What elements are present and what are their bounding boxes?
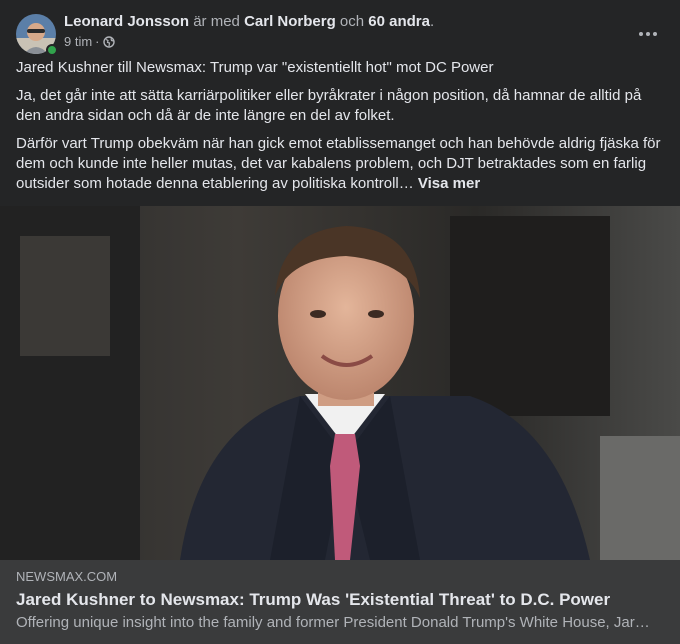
- link-description: Offering unique insight into the family …: [16, 614, 650, 631]
- photo-illustration: [0, 206, 680, 560]
- post-body: Jared Kushner till Newsmax: Trump var "e…: [16, 58, 664, 202]
- post-paragraph-1: Jared Kushner till Newsmax: Trump var "e…: [16, 59, 494, 76]
- link-preview-info[interactable]: NEWSMAX.COM Jared Kushner to Newsmax: Tr…: [0, 560, 680, 644]
- and-text: och: [339, 13, 365, 30]
- tagged-others-link[interactable]: 60 andra: [368, 13, 430, 30]
- post-card: Leonard Jonsson är med Carl Norberg och …: [0, 0, 680, 644]
- post-header: Leonard Jonsson är med Carl Norberg och …: [16, 12, 668, 56]
- post-meta: 9 tim ·: [64, 34, 115, 50]
- link-preview-image[interactable]: [0, 206, 680, 560]
- post-paragraph-3: Därför vart Trump obekväm när han gick e…: [16, 134, 664, 194]
- post-timestamp[interactable]: 9 tim: [64, 34, 92, 50]
- link-domain: NEWSMAX.COM: [16, 569, 118, 584]
- author-line: Leonard Jonsson är med Carl Norberg och …: [64, 12, 434, 32]
- link-title[interactable]: Jared Kushner to Newsmax: Trump Was 'Exi…: [16, 589, 664, 611]
- period-text: .: [429, 13, 435, 30]
- post-paragraph-2: Ja, det går inte att sätta karriärpoliti…: [16, 87, 642, 124]
- tagged-person[interactable]: Carl Norberg: [244, 13, 336, 30]
- author-name[interactable]: Leonard Jonsson: [64, 13, 189, 30]
- with-text: är med: [193, 13, 240, 30]
- more-options-icon[interactable]: [630, 16, 666, 52]
- meta-separator: ·: [95, 34, 100, 49]
- online-status-indicator: [46, 44, 58, 56]
- post-paragraph-3-text: Därför vart Trump obekväm när han gick e…: [16, 135, 661, 192]
- globe-icon[interactable]: [102, 36, 115, 48]
- see-more-link[interactable]: Visa mer: [418, 175, 480, 192]
